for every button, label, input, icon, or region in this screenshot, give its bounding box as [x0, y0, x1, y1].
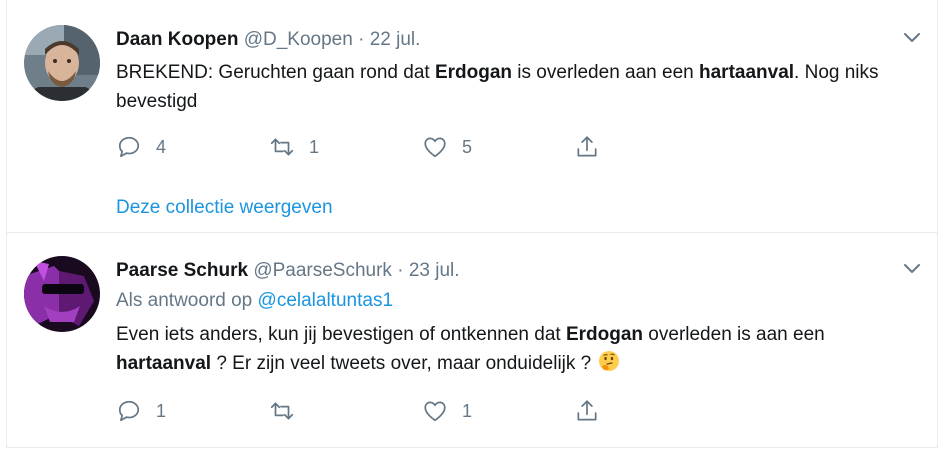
tweet-text: Even iets anders, kun jij bevestigen of …	[116, 320, 896, 378]
text-segment: ? Er zijn veel tweets over, maar onduide…	[211, 353, 597, 374]
reply-context: Als antwoord op @celalaltuntas1	[116, 290, 393, 312]
reply-count: 4	[156, 136, 167, 157]
heart-icon	[424, 137, 446, 158]
tweet[interactable]: Paarse Schurk @PaarseSchurk · 23 jul. Al…	[7, 234, 937, 446]
tweet[interactable]: Daan Koopen @D_Koopen · 22 jul. BREKEND:…	[7, 0, 937, 233]
reply-mention-link[interactable]: @celalaltuntas1	[258, 290, 393, 311]
tweet-actions: 1 1	[116, 397, 616, 425]
author-handle[interactable]: @PaarseSchurk	[253, 260, 392, 281]
share-button[interactable]	[574, 397, 600, 425]
tweet-header: Paarse Schurk @PaarseSchurk · 23 jul.	[116, 260, 460, 282]
text-segment: overleden is aan een	[643, 324, 825, 345]
like-count: 1	[462, 400, 473, 421]
separator: ·	[397, 260, 404, 281]
heart-icon	[424, 401, 446, 422]
share-icon	[577, 400, 597, 421]
reply-count: 1	[156, 400, 167, 421]
text-segment: BREKEND: Geruchten gaan rond dat	[116, 62, 435, 83]
retweet-button[interactable]: 1	[269, 133, 319, 161]
retweet-button[interactable]	[269, 397, 309, 425]
separator: ·	[358, 29, 365, 50]
tweet-text: BREKEND: Geruchten gaan rond dat Erdogan…	[116, 58, 896, 116]
chevron-down-icon[interactable]	[903, 32, 921, 44]
text-highlight: hartaanval	[699, 62, 795, 83]
author-name[interactable]: Paarse Schurk	[116, 260, 248, 281]
text-highlight: Erdogan	[565, 324, 644, 345]
reply-button[interactable]: 1	[116, 397, 166, 425]
tweet-timeline: Daan Koopen @D_Koopen · 22 jul. BREKEND:…	[6, 0, 938, 448]
tweet-actions: 4 1 5	[116, 133, 616, 161]
avatar[interactable]	[24, 256, 100, 332]
reply-icon	[118, 400, 140, 422]
like-button[interactable]: 1	[422, 397, 472, 425]
author-handle[interactable]: @D_Koopen	[244, 29, 353, 50]
tweet-date[interactable]: 22 jul.	[370, 29, 421, 50]
avatar[interactable]	[24, 25, 100, 101]
retweet-icon	[270, 402, 294, 420]
like-count: 5	[462, 136, 473, 157]
text-highlight: hartaanval	[116, 353, 212, 374]
text-segment: is overleden aan een	[512, 62, 699, 83]
retweet-count: 1	[309, 136, 320, 157]
view-collection-link[interactable]: Deze collectie weergeven	[116, 197, 333, 219]
share-button[interactable]	[574, 133, 600, 161]
like-button[interactable]: 5	[422, 133, 472, 161]
share-icon	[577, 136, 597, 157]
tweet-header: Daan Koopen @D_Koopen · 22 jul.	[116, 29, 420, 51]
retweet-icon	[270, 138, 294, 156]
text-highlight: Erdogan	[434, 62, 513, 83]
chevron-down-icon[interactable]	[903, 263, 921, 275]
author-name[interactable]: Daan Koopen	[116, 29, 238, 50]
tweet-date[interactable]: 23 jul.	[409, 260, 460, 281]
reply-icon	[118, 136, 140, 158]
thinking-face-emoji-icon	[598, 351, 619, 371]
reply-prefix: Als antwoord op	[116, 290, 253, 311]
reply-button[interactable]: 4	[116, 133, 166, 161]
text-segment: Even iets anders, kun jij bevestigen of …	[116, 324, 566, 345]
